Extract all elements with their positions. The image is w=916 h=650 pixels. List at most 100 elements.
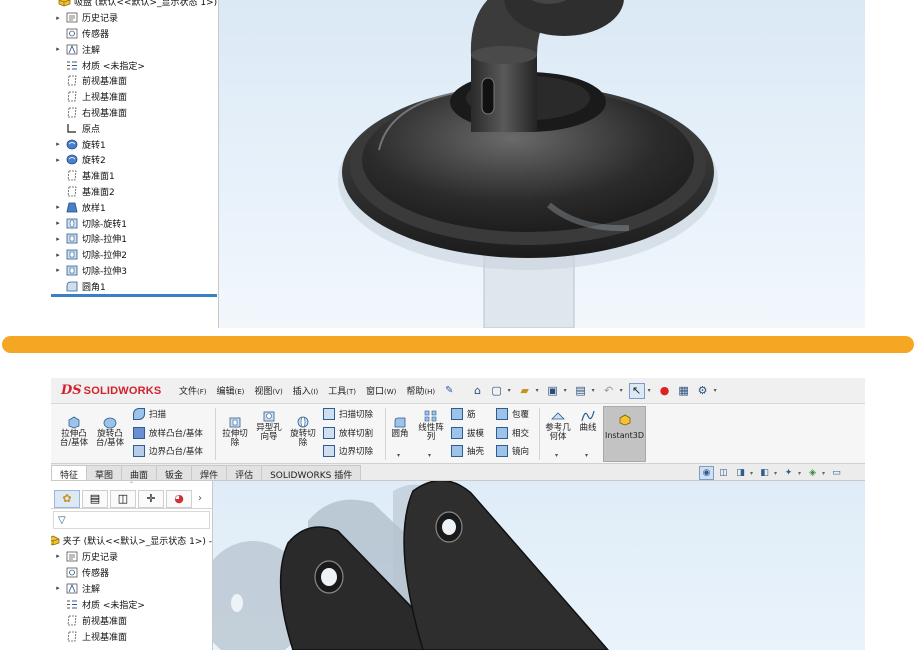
chevron-down-icon[interactable]: ▾ <box>564 387 570 394</box>
tree-item[interactable]: ▸ 旋转2 <box>51 152 218 168</box>
new-document-icon[interactable]: ▢ <box>489 383 505 399</box>
menu-item[interactable]: 帮助(H) <box>406 384 435 397</box>
chevron-down-icon[interactable]: ▾ <box>555 452 558 459</box>
boundary-cut-button[interactable]: 边界切除 <box>323 445 373 457</box>
chevron-down-icon[interactable]: ▾ <box>714 387 720 394</box>
extrude-boss-button[interactable]: 拉伸凸 台/基体 <box>57 415 91 448</box>
revolve-boss-button[interactable]: 旋转凸 台/基体 <box>93 415 127 448</box>
select-cursor-icon[interactable]: ↖ <box>628 382 645 399</box>
panel-collapse-handle[interactable]: ⌃ <box>51 481 212 489</box>
expand-arrow-icon[interactable]: ▸ <box>51 140 65 148</box>
tree-item[interactable]: 原点 <box>51 120 218 136</box>
expand-arrow-icon[interactable]: ▸ <box>51 45 65 53</box>
previous-view-icon[interactable]: ◨ <box>733 466 748 480</box>
chevron-down-icon[interactable]: ▾ <box>592 387 598 394</box>
view-orientation-icon[interactable]: ✦ <box>781 466 796 480</box>
configuration-manager-tab-icon[interactable]: ◫ <box>110 489 136 508</box>
chevron-down-icon[interactable]: ▾ <box>397 452 400 459</box>
tree-item[interactable]: 材质 <未指定> <box>51 596 212 612</box>
instant3d-button[interactable]: Instant3D <box>603 406 646 462</box>
undo-icon[interactable]: ↶ <box>601 383 617 399</box>
draft-button[interactable]: 拔模 <box>451 427 484 439</box>
graphics-area-top[interactable] <box>219 0 865 328</box>
fillet-button[interactable]: 圆角 <box>387 415 413 439</box>
dimxpert-tab-icon[interactable]: ✛ <box>138 489 164 508</box>
save-icon[interactable]: ▣ <box>545 383 561 399</box>
tree-item[interactable]: ▸ 放样1 <box>51 199 218 215</box>
chevron-down-icon[interactable]: ▾ <box>428 452 431 459</box>
intersect-button[interactable]: 相交 <box>496 427 529 439</box>
tree-item[interactable]: ▸ 切除-旋转1 <box>51 215 218 231</box>
tree-item[interactable]: ▸ 历史记录 <box>51 10 218 26</box>
tree-item[interactable]: 圆角1 <box>51 278 218 294</box>
expand-arrow-icon[interactable]: ▸ <box>51 203 65 211</box>
chevron-down-icon[interactable]: ▾ <box>585 452 588 459</box>
mirror-button[interactable]: 镜向 <box>496 445 529 457</box>
tree-item[interactable]: ▸ 旋转1 <box>51 136 218 152</box>
menu-item[interactable]: 文件(F) <box>179 384 207 397</box>
print-icon[interactable]: ▤ <box>573 383 589 399</box>
expand-arrow-icon[interactable]: ▸ <box>51 14 65 22</box>
tree-root-part[interactable]: 夹子 (默认<<默认>_显示状态 1>) - <box>51 532 212 548</box>
command-tab[interactable]: 特征 <box>51 465 88 481</box>
tree-item[interactable]: ▸ 切除-拉伸2 <box>51 247 218 263</box>
tree-item[interactable]: 上视基准面 <box>51 628 212 644</box>
expand-arrow-icon[interactable]: ▸ <box>51 235 65 243</box>
chevron-right-icon[interactable]: › <box>198 493 202 504</box>
tree-item[interactable]: 前视基准面 <box>51 612 212 628</box>
expand-arrow-icon[interactable]: ▸ <box>51 266 65 274</box>
expand-arrow-icon[interactable]: ▸ <box>51 219 65 227</box>
chevron-down-icon[interactable]: ▾ <box>774 470 777 477</box>
tree-item[interactable]: 基准面1 <box>51 168 218 184</box>
zoom-to-fit-icon[interactable]: ◉ <box>699 466 714 480</box>
wrap-button[interactable]: 包覆 <box>496 408 529 420</box>
tree-item[interactable]: ▸ 切除-拉伸3 <box>51 263 218 279</box>
rebuild-icon[interactable]: ● <box>657 383 673 399</box>
pin-icon[interactable]: ✎ <box>445 385 453 396</box>
file-properties-icon[interactable]: ▦ <box>676 383 692 399</box>
solidworks-logo[interactable]: DS SOLIDWORKS <box>51 383 169 398</box>
menu-item[interactable]: 窗口(W) <box>366 384 396 397</box>
expand-arrow-icon[interactable]: ▸ <box>51 552 65 560</box>
command-tab[interactable]: 草图 <box>86 465 123 481</box>
menu-item[interactable]: 插入(I) <box>293 384 319 397</box>
menu-item[interactable]: 编辑(E) <box>217 384 245 397</box>
curves-button[interactable]: 曲线 <box>575 409 601 433</box>
shell-button[interactable]: 抽壳 <box>451 445 484 457</box>
chevron-down-icon[interactable]: ▾ <box>648 387 654 394</box>
revolve-cut-button[interactable]: 旋转切 除 <box>287 415 319 448</box>
rib-button[interactable]: 筋 <box>451 408 476 420</box>
command-tab[interactable]: 钣金 <box>156 465 193 481</box>
expand-arrow-icon[interactable]: ▸ <box>51 156 65 164</box>
extrude-cut-button[interactable]: 拉伸切 除 <box>219 415 251 448</box>
command-tab[interactable]: SOLIDWORKS 插件 <box>261 465 362 481</box>
hole-wizard-button[interactable]: 异型孔 向导 <box>253 409 285 442</box>
display-manager-tab-icon[interactable]: ◕ <box>166 489 192 508</box>
property-manager-tab-icon[interactable]: ▤ <box>82 489 108 508</box>
expand-arrow-icon[interactable]: ▸ <box>51 251 65 259</box>
menu-item[interactable]: 工具(T) <box>328 384 356 397</box>
menu-item[interactable]: 视图(V) <box>254 384 282 397</box>
chevron-down-icon[interactable]: ▾ <box>620 387 626 394</box>
chevron-down-icon[interactable]: ▾ <box>822 470 825 477</box>
tree-item[interactable]: ▸ 历史记录 <box>51 548 212 564</box>
command-tab[interactable]: 曲面 <box>121 465 158 481</box>
tree-item[interactable]: 前视基准面 <box>51 73 218 89</box>
tree-item[interactable]: 右视基准面 <box>51 105 218 121</box>
chevron-down-icon[interactable]: ▾ <box>798 470 801 477</box>
zoom-area-icon[interactable]: ◫ <box>716 466 731 480</box>
sweep-button[interactable]: 扫描 <box>133 408 166 420</box>
display-style-icon[interactable]: ◈ <box>805 466 820 480</box>
graphics-area-bottom[interactable] <box>213 481 865 650</box>
lofted-cut-button[interactable]: 放样切割 <box>323 427 373 439</box>
tree-item[interactable]: 传感器 <box>51 564 212 580</box>
tree-item[interactable]: ▸ 切除-拉伸1 <box>51 231 218 247</box>
options-gear-icon[interactable]: ⚙ <box>695 383 711 399</box>
tree-item[interactable]: ▸ 注解 <box>51 41 218 57</box>
tree-item[interactable]: 材质 <未指定> <box>51 57 218 73</box>
loft-boss-button[interactable]: 放样凸台/基体 <box>133 427 203 439</box>
feature-manager-tree[interactable]: 吸盘 (默认<<默认>_显示状态 1>) ▸ 历史记录 传感器 ▸ 注解 材质 <未指定>… <box>51 0 219 328</box>
expand-arrow-icon[interactable]: ▸ <box>51 584 65 592</box>
tree-root-part[interactable]: 吸盘 (默认<<默认>_显示状态 1>) <box>51 0 218 10</box>
chevron-down-icon[interactable]: ▾ <box>536 387 542 394</box>
